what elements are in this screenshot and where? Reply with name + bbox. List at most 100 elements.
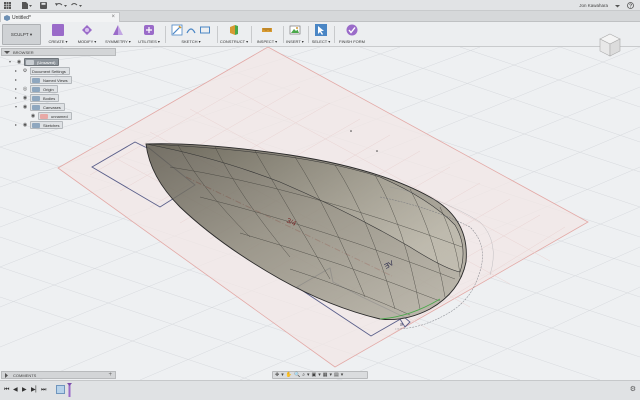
expand-icon[interactable]: ▸: [15, 68, 17, 73]
sketch-menu[interactable]: SKETCH ▾: [167, 24, 215, 45]
browser-node-root[interactable]: ▾ ◉ (Unsaved): [9, 58, 69, 66]
inspect-menu[interactable]: INSPECT ▾: [253, 24, 281, 45]
gear-icon[interactable]: ⚙: [630, 385, 636, 393]
zoom-dropdown-icon[interactable]: ▾: [307, 372, 310, 378]
timeline-feature[interactable]: [56, 385, 65, 394]
grid-settings-icon[interactable]: ▦: [323, 372, 328, 378]
collapse-icon[interactable]: [4, 373, 10, 380]
timeline-next-button[interactable]: ▶▏: [31, 386, 40, 394]
workspace-switcher[interactable]: SCULPT ▾: [2, 24, 41, 45]
create-menu-label: CREATE ▾: [48, 39, 68, 44]
browser-node-sketches[interactable]: ▸ ◉ Sketches: [15, 121, 71, 129]
sketch-menu-label: SKETCH ▾: [181, 39, 201, 44]
finish-form-button[interactable]: FINISH FORM: [336, 24, 368, 45]
timeline-previous-button[interactable]: ◀: [13, 386, 18, 394]
create-menu[interactable]: CREATE ▾: [44, 24, 72, 45]
browser-node-document-settings[interactable]: ▸ ⚙ Document Settings: [15, 67, 85, 75]
sketch-arc-icon: [186, 28, 196, 34]
close-tab-button[interactable]: ×: [111, 14, 115, 20]
visibility-icon[interactable]: ◎: [22, 86, 28, 92]
user-dropdown-icon[interactable]: [615, 2, 620, 9]
browser-node-chip[interactable]: (Unsaved): [24, 58, 60, 66]
modify-menu[interactable]: MODIFY ▾: [73, 24, 101, 45]
comments-panel[interactable]: COMMENTS +: [1, 371, 116, 379]
browser-node-chip[interactable]: Canvases: [30, 103, 65, 111]
visibility-icon[interactable]: ◉: [16, 59, 22, 65]
document-tab[interactable]: Untitled* ×: [0, 12, 120, 22]
browser-node-origin[interactable]: ▸ ◎ Origin: [15, 85, 65, 93]
symmetry-menu[interactable]: SYMMETRY ▾: [102, 24, 134, 45]
fit-icon[interactable]: ⌕: [302, 372, 305, 378]
expand-icon[interactable]: ▸: [15, 122, 17, 127]
node-label: Named Views: [43, 77, 68, 83]
expand-icon[interactable]: ▸: [15, 86, 17, 91]
browser-node-chip[interactable]: Origin: [30, 85, 58, 93]
folder-icon: [32, 86, 40, 92]
collapse-icon[interactable]: [4, 50, 10, 57]
grid-apps-icon[interactable]: [4, 2, 11, 9]
timeline-first-button[interactable]: ⏮: [4, 386, 9, 394]
node-label: Document Settings: [32, 68, 66, 74]
timeline-last-button[interactable]: ⏭: [41, 386, 46, 394]
visibility-icon[interactable]: ◉: [22, 104, 28, 110]
create-sketch-icon: [171, 24, 183, 36]
select-menu[interactable]: SELECT ▾: [310, 24, 332, 45]
visibility-icon[interactable]: ◉: [30, 113, 36, 119]
grid-dropdown-icon[interactable]: ▾: [330, 372, 333, 378]
viewports-dropdown-icon[interactable]: ▾: [341, 372, 344, 378]
node-label: (Unsaved): [37, 59, 56, 65]
add-comment-icon[interactable]: +: [108, 372, 112, 378]
save-icon[interactable]: [40, 2, 47, 9]
construct-menu-label: CONSTRUCT ▾: [219, 39, 249, 44]
utilities-menu[interactable]: UTILITIES ▾: [135, 24, 163, 45]
browser-node-canvases[interactable]: ▾ ◉ Canvases: [15, 103, 71, 111]
expand-icon[interactable]: ▾: [9, 59, 11, 64]
redo-icon[interactable]: [70, 2, 82, 9]
expand-icon[interactable]: ▾: [15, 104, 17, 109]
folder-icon: [32, 95, 40, 101]
fusion-window: Jon Kawahara Untitled* × SCULPT ▾ CREATE…: [0, 0, 640, 400]
browser-header[interactable]: BROWSER: [1, 48, 116, 56]
browser-node-chip[interactable]: Bodies: [30, 94, 60, 102]
pan-icon[interactable]: ✋: [286, 372, 292, 378]
modify-form-icon: [82, 25, 92, 35]
browser-node-chip[interactable]: Document Settings: [30, 67, 70, 75]
file-icon[interactable]: [22, 2, 32, 9]
view-cube[interactable]: [598, 32, 622, 58]
timeline-marker[interactable]: [67, 383, 72, 397]
visibility-icon[interactable]: ◉: [22, 122, 28, 128]
orbit-icon[interactable]: ✥: [275, 372, 279, 378]
symmetry-icon: [113, 25, 123, 35]
construct-plane-icon: [230, 25, 238, 35]
undo-icon[interactable]: [55, 2, 67, 9]
expand-icon[interactable]: ▸: [15, 77, 17, 82]
timeline-play-button[interactable]: ▶: [22, 386, 27, 394]
browser-node-bodies[interactable]: ▸ ◉ Bodies: [15, 94, 65, 102]
expand-icon[interactable]: ▸: [15, 95, 17, 100]
browser-node-chip[interactable]: Named Views: [30, 76, 72, 84]
utilities-icon: [144, 25, 154, 35]
orbit-dropdown-icon[interactable]: ▾: [281, 372, 284, 378]
gear-icon: ⚙: [22, 68, 28, 74]
browser-node-named-views[interactable]: ▸ Named Views: [15, 76, 75, 84]
display-settings-icon[interactable]: ▣: [312, 372, 317, 378]
browser-node-chip[interactable]: unnamed: [38, 112, 72, 120]
insert-menu[interactable]: INSERT ▾: [284, 24, 306, 45]
display-dropdown-icon[interactable]: ▾: [318, 372, 321, 378]
symmetry-menu-label: SYMMETRY ▾: [105, 39, 131, 44]
sketch-point[interactable]: [350, 130, 352, 132]
help-icon[interactable]: [627, 2, 634, 9]
sketch-point[interactable]: [376, 150, 378, 152]
component-icon: [26, 59, 34, 65]
canvas-label-small: ə: [400, 322, 403, 328]
visibility-icon[interactable]: ◉: [22, 95, 28, 101]
browser-node-chip[interactable]: Sketches: [30, 121, 64, 129]
user-account-name[interactable]: Jon Kawahara: [579, 2, 608, 9]
node-label: Canvases: [43, 104, 61, 110]
zoom-icon[interactable]: 🔍: [294, 372, 300, 378]
browser-title: BROWSER: [13, 50, 34, 55]
construct-menu[interactable]: CONSTRUCT ▾: [219, 24, 249, 45]
timeline-bar: ⏮ ◀ ▶ ▶▏ ⏭ ⚙: [0, 380, 640, 400]
browser-node-unnamed-canvas[interactable]: ◉ unnamed: [23, 112, 77, 120]
viewports-icon[interactable]: ▤: [334, 372, 339, 378]
